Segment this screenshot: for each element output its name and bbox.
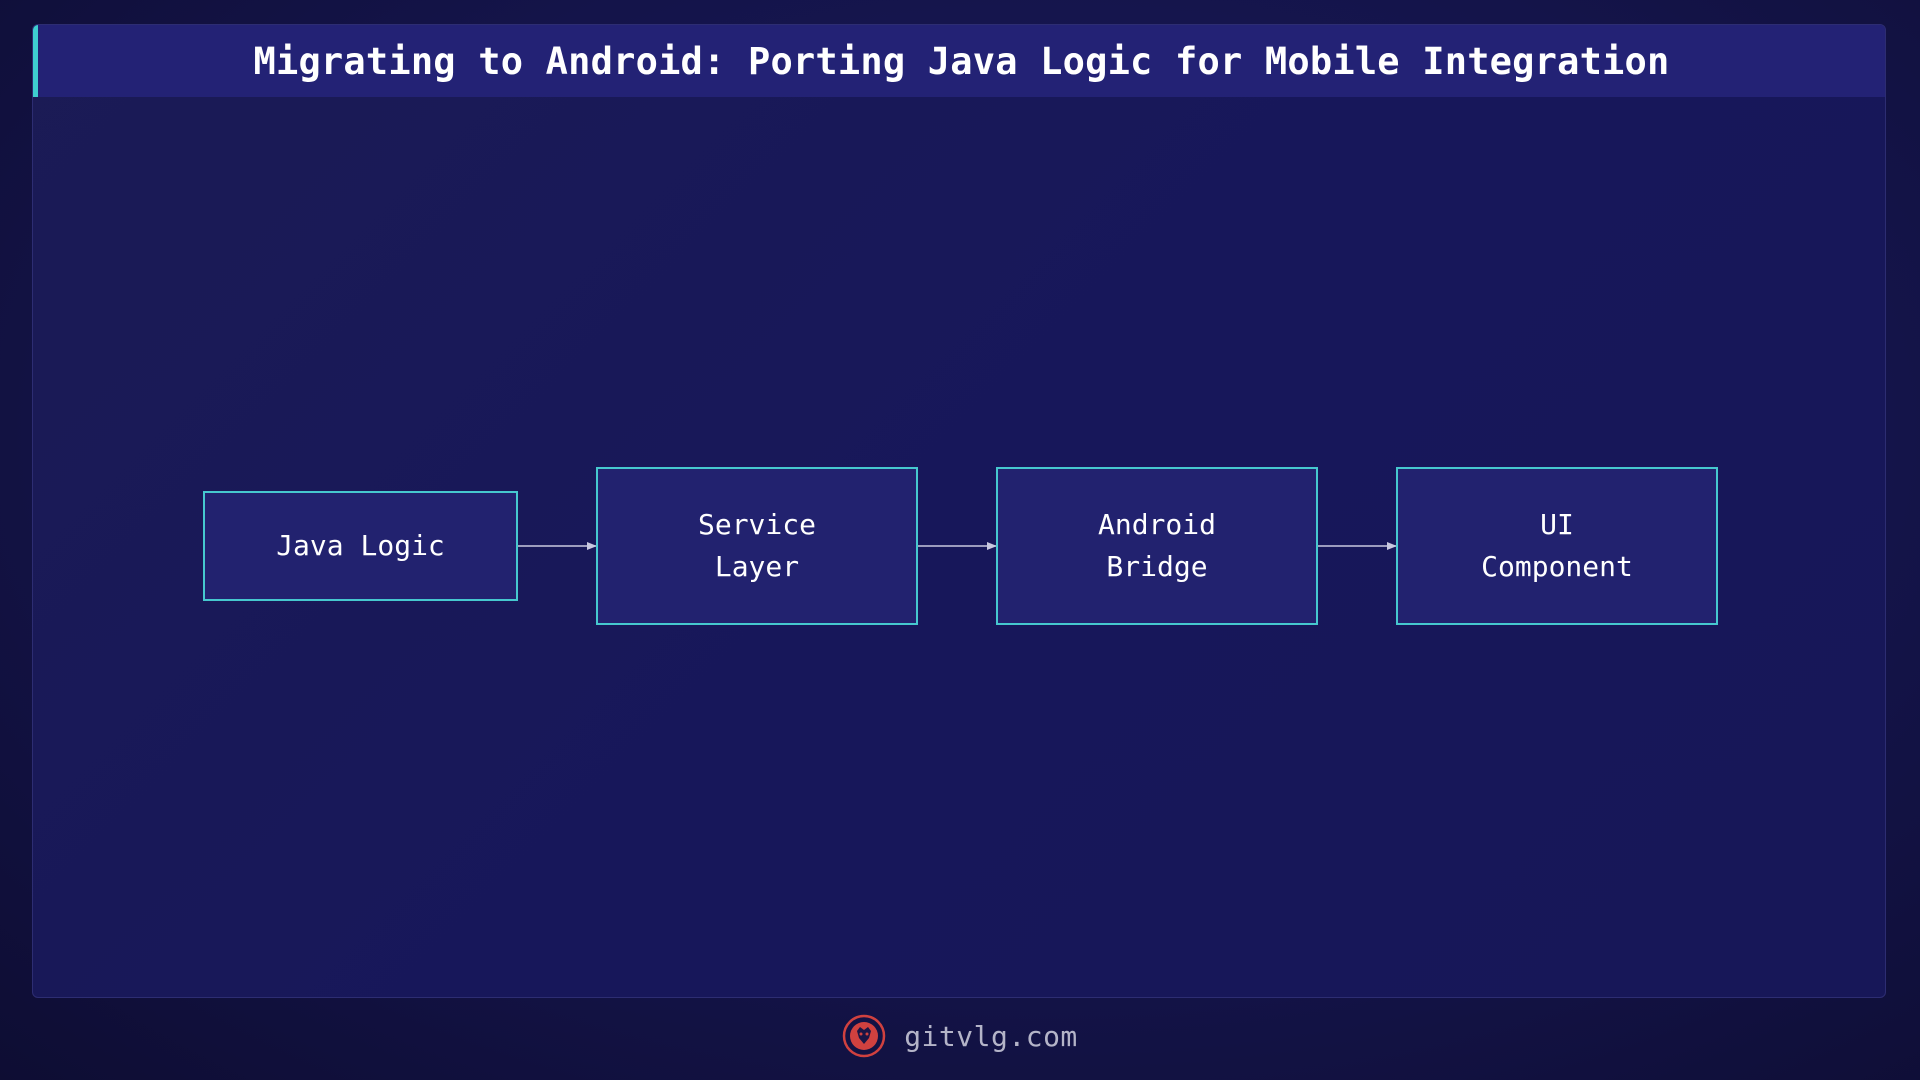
footer-site-link[interactable]: gitvlg.com: [904, 1020, 1078, 1053]
lion-head-icon: [842, 1014, 886, 1058]
page: Migrating to Android: Porting Java Logic…: [0, 0, 1920, 1080]
node-label: UI Component: [1481, 508, 1633, 583]
footer: gitvlg.com: [0, 1012, 1920, 1060]
node-ui-component: UI Component: [1396, 467, 1718, 625]
node-java-logic: Java Logic: [203, 491, 518, 601]
node-service-layer: Service Layer: [596, 467, 918, 625]
node-label: Android Bridge: [1097, 508, 1216, 583]
node-android-bridge: Android Bridge: [996, 467, 1318, 625]
node-label: Service Layer: [697, 508, 816, 583]
node-label: Java Logic: [276, 529, 445, 562]
